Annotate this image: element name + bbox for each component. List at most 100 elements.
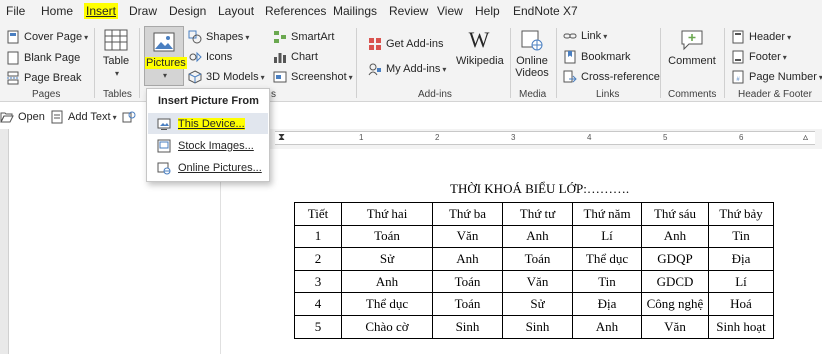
ribbon: Cover Page ▾ Blank Page Page Break Pages … xyxy=(0,22,822,102)
page-number-icon: # xyxy=(732,70,744,84)
table-header-row: Tiết Thứ hai Thứ ba Thứ tư Thứ năm Thứ s… xyxy=(294,202,774,226)
table-cell: Toán xyxy=(341,224,433,249)
chart-button[interactable]: Chart xyxy=(273,48,318,66)
group-divider xyxy=(356,28,357,98)
tab-layout[interactable]: Layout xyxy=(218,3,254,19)
stock-images-item[interactable]: Stock Images... xyxy=(148,135,268,156)
cross-reference-button[interactable]: Cross-reference xyxy=(563,68,660,86)
open-button[interactable]: Open xyxy=(0,108,45,126)
3d-models-button[interactable]: 3D Models ▾ xyxy=(188,68,265,86)
update-table-button[interactable] xyxy=(122,108,140,126)
comment-button[interactable]: Comment xyxy=(664,28,720,67)
header-button[interactable]: Header ▾ xyxy=(731,28,791,46)
tab-insert[interactable]: Insert xyxy=(84,3,119,19)
table-cell: Sinh xyxy=(502,314,573,339)
tab-file[interactable]: File xyxy=(6,3,25,19)
ruler-number: 3 xyxy=(511,133,516,142)
this-device-item[interactable]: This Device... xyxy=(148,113,268,134)
group-divider xyxy=(139,28,140,98)
table-icon xyxy=(104,29,128,51)
smartart-button[interactable]: SmartArt xyxy=(273,28,334,46)
media-group-label: Media xyxy=(519,89,547,100)
blank-page-button[interactable]: Blank Page xyxy=(6,49,80,67)
table-header-cell: Thứ ba xyxy=(432,202,503,226)
table-cell: 3 xyxy=(294,269,342,294)
page-break-button[interactable]: Page Break xyxy=(6,69,81,87)
add-text-button[interactable]: Add Text ▾ xyxy=(50,108,117,126)
folder-open-icon xyxy=(0,112,14,123)
table-cell: Anh xyxy=(502,224,573,249)
left-margin-bar xyxy=(0,129,8,354)
table-cell: Tin xyxy=(708,224,774,249)
page-break-icon xyxy=(7,71,19,85)
cover-page-button[interactable]: Cover Page ▾ xyxy=(6,28,88,46)
dropdown-title: Insert Picture From xyxy=(158,95,259,107)
bookmark-button[interactable]: Bookmark xyxy=(563,48,631,66)
3d-models-label: 3D Models xyxy=(206,71,259,83)
table-cell: Văn xyxy=(641,314,709,339)
cross-reference-icon xyxy=(563,70,577,83)
online-pictures-item[interactable]: Online Pictures... xyxy=(148,157,268,178)
table-cell: Công nghệ xyxy=(641,292,709,316)
group-divider xyxy=(724,28,725,98)
page-number-button[interactable]: # Page Number ▾ xyxy=(731,68,822,86)
icons-button[interactable]: Icons xyxy=(188,48,232,66)
chart-icon xyxy=(274,53,286,63)
page-break-label: Page Break xyxy=(24,72,82,84)
cover-page-label: Cover Page xyxy=(24,31,83,43)
right-indent-marker-icon[interactable]: ▵ xyxy=(803,132,808,144)
chevron-down-icon: ▾ xyxy=(245,32,250,42)
table-row: 5 Chào cờ Sinh Sinh Anh Văn Sinh hoạt xyxy=(294,314,774,339)
header-icon xyxy=(732,30,744,44)
horizontal-ruler[interactable]: ⧗ 1 2 3 4 5 6 ▵ xyxy=(275,131,815,145)
get-addins-button[interactable]: Get Add-ins xyxy=(368,35,443,53)
tab-view[interactable]: View xyxy=(437,3,463,19)
menu-bar: File Home Insert Draw Design Layout Refe… xyxy=(0,0,822,22)
tab-design[interactable]: Design xyxy=(169,3,206,19)
pictures-label: Pictures xyxy=(145,57,187,69)
wikipedia-button[interactable]: W Wikipedia xyxy=(456,27,504,68)
ruler-number: 4 xyxy=(587,133,592,142)
stock-images-icon xyxy=(157,139,171,152)
document-title: THỜI KHOÁ BIỂU LỚP:………. xyxy=(450,181,630,196)
tab-endnote[interactable]: EndNote X7 xyxy=(513,3,578,19)
online-pictures-label: Online Pictures... xyxy=(178,161,262,174)
tab-draw[interactable]: Draw xyxy=(129,3,157,19)
table-cell: Sinh hoạt xyxy=(708,314,774,339)
table-cell: Địa xyxy=(708,247,774,271)
link-button[interactable]: Link ▾ xyxy=(563,27,607,45)
wikipedia-icon: W xyxy=(468,27,490,52)
tab-references[interactable]: References xyxy=(265,3,326,19)
tab-help[interactable]: Help xyxy=(475,3,500,19)
table-cell: Toán xyxy=(502,247,573,271)
this-device-label: This Device... xyxy=(178,117,245,130)
table-cell: Chào cờ xyxy=(341,314,433,339)
open-label: Open xyxy=(18,111,45,123)
ruler-number: 6 xyxy=(739,133,744,142)
chevron-down-icon: ▾ xyxy=(112,112,117,122)
table-cell: Địa xyxy=(572,292,642,316)
footer-button[interactable]: Footer ▾ xyxy=(731,48,787,66)
table-button[interactable]: Table ▾ xyxy=(100,28,132,80)
table-row: 1 Toán Văn Anh Lí Anh Tin xyxy=(294,224,774,249)
tables-group-label: Tables xyxy=(103,89,132,100)
blank-page-icon xyxy=(7,51,19,65)
screenshot-button[interactable]: Screenshot ▾ xyxy=(273,68,353,86)
shapes-button[interactable]: Shapes ▾ xyxy=(188,28,249,46)
chevron-down-icon: ▾ xyxy=(84,32,89,42)
cross-reference-label: Cross-reference xyxy=(581,71,660,83)
table-header-cell: Thứ bảy xyxy=(708,202,774,226)
tab-mailings[interactable]: Mailings xyxy=(333,3,377,19)
my-addins-button[interactable]: My Add-ins ▾ xyxy=(368,60,446,78)
pictures-button[interactable]: Pictures ▾ xyxy=(144,26,187,86)
tab-home[interactable]: Home xyxy=(41,3,73,19)
timetable[interactable]: Tiết Thứ hai Thứ ba Thứ tư Thứ năm Thứ s… xyxy=(294,202,774,339)
online-videos-button[interactable]: Online Videos xyxy=(513,28,551,79)
group-divider xyxy=(510,28,511,98)
footer-icon xyxy=(732,50,744,64)
footer-label: Footer xyxy=(749,51,781,63)
table-header-cell: Tiết xyxy=(294,202,342,226)
table-cell: Thể dục xyxy=(341,292,433,316)
indent-marker-icon[interactable]: ⧗ xyxy=(278,132,285,144)
tab-review[interactable]: Review xyxy=(389,3,428,19)
